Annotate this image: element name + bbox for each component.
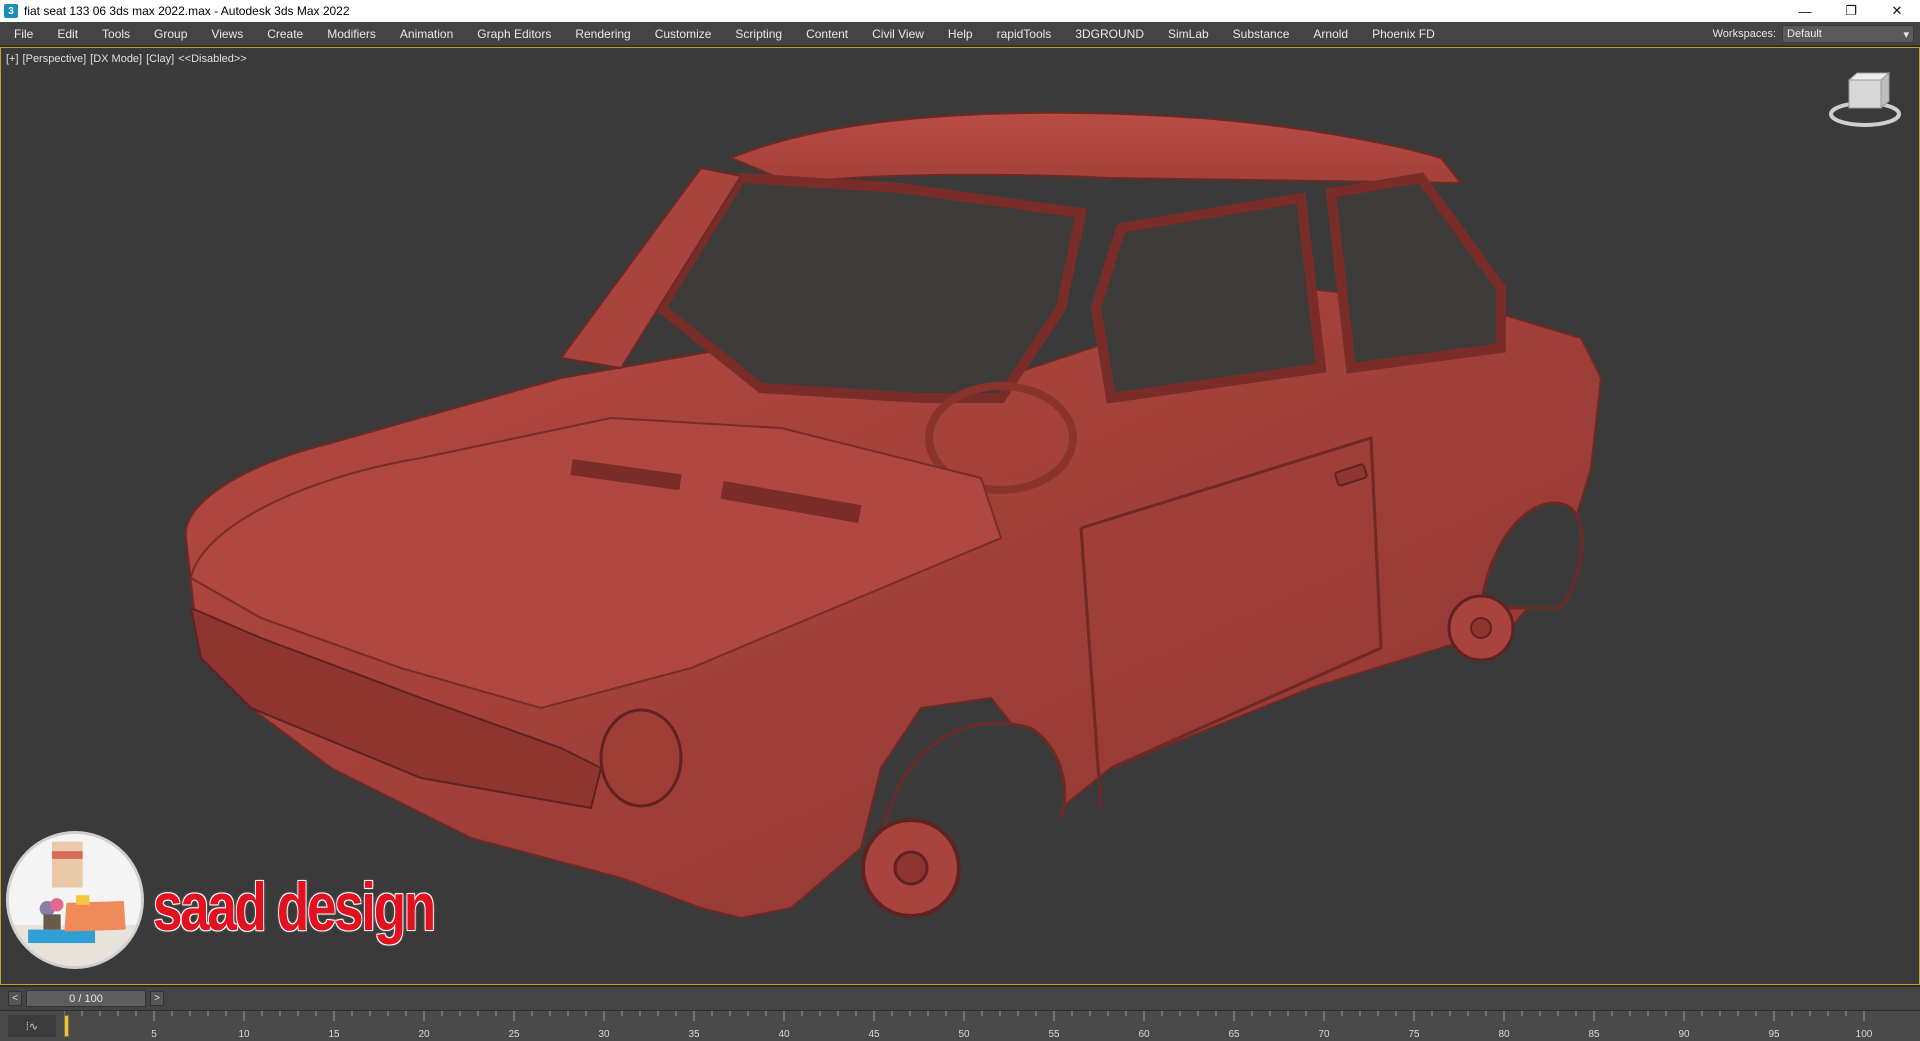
menu-views[interactable]: Views	[199, 22, 255, 46]
chevron-down-icon: ▾	[1903, 28, 1909, 41]
track-bar-tick-label: 35	[688, 1029, 700, 1040]
track-bar-tick-label: 95	[1768, 1029, 1780, 1040]
track-bar-tick-label: 30	[598, 1029, 610, 1040]
front-side-window	[1090, 192, 1327, 404]
menu-scripting[interactable]: Scripting	[723, 22, 794, 46]
track-bar-tick-label: 25	[508, 1029, 520, 1040]
workspace-dropdown[interactable]: Default ▾	[1782, 25, 1914, 43]
close-button[interactable]: ✕	[1874, 0, 1920, 22]
menu-simlab[interactable]: SimLab	[1156, 22, 1221, 46]
track-bar-tick-label: 45	[868, 1029, 880, 1040]
menu-civil-view[interactable]: Civil View	[860, 22, 936, 46]
track-bar-tick-label: 15	[328, 1029, 340, 1040]
track-bar-tick-label: 60	[1138, 1029, 1150, 1040]
perspective-viewport[interactable]: [+] [Perspective] [DX Mode] [Clay] <<Dis…	[0, 47, 1920, 985]
watermark-text: saad design	[153, 869, 436, 945]
track-bar-tick-label: 85	[1588, 1029, 1600, 1040]
app-icon: 3	[4, 4, 18, 18]
track-bar[interactable]: ⁞∿ 5 10 15 20 25 30 35 40 45 50 55 60 65 70 75 80 85 90 95…	[0, 1010, 1920, 1041]
car-roof	[728, 111, 1464, 185]
viewport-dx-mode[interactable]: [DX Mode]	[90, 53, 142, 65]
rear-brake-hub-center	[1470, 617, 1492, 639]
time-slider[interactable]: < 0 / 100 >	[0, 986, 1920, 1010]
menu-edit[interactable]: Edit	[45, 22, 90, 46]
front-brake-hub-center	[893, 850, 929, 886]
menu-group[interactable]: Group	[142, 22, 199, 46]
menu-help[interactable]: Help	[936, 22, 985, 46]
menu-customize[interactable]: Customize	[643, 22, 724, 46]
car-body-model[interactable]	[1, 48, 1920, 985]
track-bar-tick-label: 20	[418, 1029, 430, 1040]
viewport-menu-plus[interactable]: [+]	[6, 53, 19, 65]
track-bar-tick-label: 80	[1498, 1029, 1510, 1040]
workspaces-label: Workspaces:	[1712, 28, 1776, 40]
menu-rendering[interactable]: Rendering	[563, 22, 642, 46]
track-bar-tick-label: 10	[238, 1029, 250, 1040]
current-frame-marker[interactable]	[64, 1015, 69, 1037]
key-filter-icon[interactable]: ⁞∿	[8, 1015, 56, 1037]
track-bar-tick-label: 75	[1408, 1029, 1420, 1040]
track-bar-tick-label: 40	[778, 1029, 790, 1040]
menu-tools[interactable]: Tools	[90, 22, 142, 46]
menu-3dground[interactable]: 3DGROUND	[1063, 22, 1156, 46]
workspace-selector: Workspaces: Default ▾	[1713, 25, 1914, 43]
track-bar-tick-label: 70	[1318, 1029, 1330, 1040]
living-room-logo-icon	[9, 834, 141, 966]
title-bar: 3 fiat seat 133 06 3ds max 2022.max - Au…	[0, 0, 1920, 22]
track-bar-tick-label: 50	[958, 1029, 970, 1040]
minimize-button[interactable]: —	[1782, 0, 1828, 22]
track-bar-tick-label: 90	[1678, 1029, 1690, 1040]
menu-modifiers[interactable]: Modifiers	[315, 22, 388, 46]
menu-create[interactable]: Create	[255, 22, 315, 46]
time-slider-next-button[interactable]: >	[150, 991, 164, 1006]
menu-arnold[interactable]: Arnold	[1301, 22, 1360, 46]
track-bar-tick-label: 100	[1856, 1029, 1873, 1040]
time-slider-prev-button[interactable]: <	[8, 991, 22, 1006]
track-bar-tick-label: 65	[1228, 1029, 1240, 1040]
menu-substance[interactable]: Substance	[1221, 22, 1302, 46]
viewcube-icon[interactable]	[1829, 70, 1901, 130]
viewport-shading-clay[interactable]: [Clay]	[146, 53, 174, 65]
menu-phoenix-fd[interactable]: Phoenix FD	[1360, 22, 1447, 46]
track-bar-ruler[interactable]: 5 10 15 20 25 30 35 40 45 50 55 60 65 70 75 80 85 90 95 100	[64, 1011, 1904, 1041]
menu-graph-editors[interactable]: Graph Editors	[465, 22, 563, 46]
headlight	[599, 708, 683, 808]
viewport-label[interactable]: [+] [Perspective] [DX Mode] [Clay] <<Dis…	[6, 53, 247, 65]
menu-file[interactable]: File	[0, 22, 45, 46]
time-slider-thumb[interactable]: 0 / 100	[26, 990, 146, 1007]
restore-button[interactable]: ❐	[1828, 0, 1874, 22]
track-bar-tick-label: 5	[151, 1029, 157, 1040]
menu-bar: File Edit Tools Group Views Create Modif…	[0, 22, 1920, 46]
window-title: fiat seat 133 06 3ds max 2022.max - Auto…	[24, 4, 350, 18]
watermark-logo	[6, 831, 144, 969]
workspace-value: Default	[1787, 28, 1822, 40]
menu-content[interactable]: Content	[794, 22, 860, 46]
menu-rapidtools[interactable]: rapidTools	[985, 22, 1064, 46]
menu-animation[interactable]: Animation	[388, 22, 465, 46]
viewport-view-perspective[interactable]: [Perspective]	[23, 53, 87, 65]
track-bar-tick-label: 55	[1048, 1029, 1060, 1040]
rear-side-window	[1325, 172, 1506, 374]
viewport-disabled-status[interactable]: <<Disabled>>	[178, 53, 247, 65]
